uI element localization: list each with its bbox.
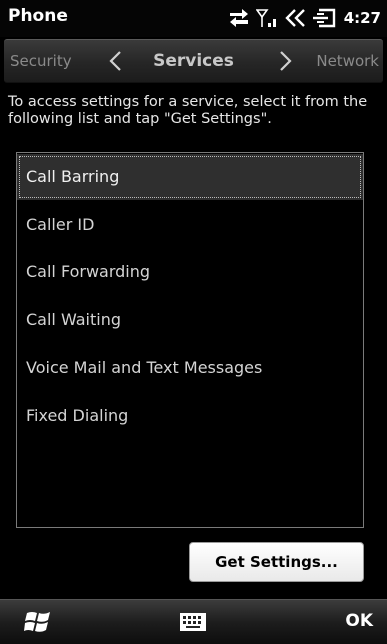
chevron-right-icon[interactable] (276, 50, 294, 72)
softkey-bar: OK (0, 599, 387, 644)
signal-icon[interactable] (255, 7, 278, 29)
list-item-call-waiting[interactable]: Call Waiting (17, 297, 363, 343)
list-item-fixed-dialing[interactable]: Fixed Dialing (17, 393, 363, 439)
tab-network[interactable]: Network (316, 52, 379, 70)
list-item-caller-id[interactable]: Caller ID (17, 202, 363, 248)
list-item-voice-mail[interactable]: Voice Mail and Text Messages (17, 345, 363, 391)
windows-start-icon[interactable] (24, 609, 52, 635)
list-item-call-forwarding[interactable]: Call Forwarding (17, 249, 363, 295)
instructions-text: To access settings for a service, select… (8, 94, 368, 127)
status-icons: 4:27 (228, 4, 381, 32)
ok-softkey[interactable]: OK (345, 611, 373, 631)
speaker-icon[interactable] (284, 7, 306, 29)
get-settings-button[interactable]: Get Settings... (189, 542, 364, 582)
list-item-call-barring[interactable]: Call Barring (17, 154, 363, 200)
phone-services-screen: Phone 4:27 Security Services Network To … (0, 0, 387, 644)
battery-charging-icon[interactable] (312, 7, 336, 29)
tab-strip: Security Services Network (4, 39, 383, 83)
keyboard-icon[interactable] (180, 613, 206, 631)
data-transfer-icon[interactable] (228, 8, 250, 28)
app-title: Phone (8, 6, 68, 26)
title-bar: Phone 4:27 (0, 0, 387, 37)
clock: 4:27 (343, 9, 381, 27)
services-list[interactable]: Call Barring Caller ID Call Forwarding C… (16, 152, 364, 528)
